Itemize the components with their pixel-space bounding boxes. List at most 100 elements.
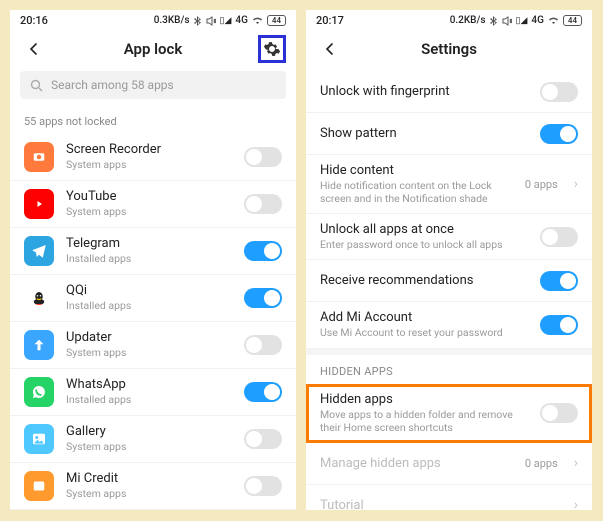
app-text: QQiInstalled apps — [66, 283, 232, 312]
setting-title: Show pattern — [320, 126, 528, 141]
status-bar: 20:16 0.3KB/s ▯◢ 4G 44 — [10, 10, 296, 29]
app-icon — [24, 236, 54, 266]
settings-row[interactable]: Manage hidden apps0 apps› — [306, 443, 592, 485]
app-row[interactable]: WhatsAppInstalled apps — [10, 369, 296, 416]
setting-toggle[interactable] — [540, 82, 578, 102]
app-icon — [24, 471, 54, 501]
page-title: Settings — [344, 40, 554, 58]
app-toggle[interactable] — [244, 241, 282, 261]
setting-title: Tutorial — [320, 498, 558, 510]
status-net: 0.3KB/s — [154, 15, 190, 26]
setting-count: 0 apps — [525, 457, 558, 470]
app-icon — [24, 142, 54, 172]
setting-title: Manage hidden apps — [320, 456, 513, 471]
app-toggle[interactable] — [244, 194, 282, 214]
setting-toggle[interactable] — [540, 124, 578, 144]
setting-toggle[interactable] — [540, 403, 578, 423]
app-icon — [24, 283, 54, 313]
app-icon — [24, 424, 54, 454]
back-button[interactable] — [316, 35, 344, 63]
app-toggle[interactable] — [244, 476, 282, 496]
status-signal: 4G — [235, 15, 248, 26]
app-sub: Installed apps — [66, 252, 232, 265]
signal-icon: ▯◢ — [516, 16, 528, 26]
app-text: TelegramInstalled apps — [66, 236, 232, 265]
setting-sub: Move apps to a hidden folder and remove … — [320, 408, 528, 434]
app-text: GallerySystem apps — [66, 424, 232, 453]
hidden-apps-row[interactable]: Hidden appsMove apps to a hidden folder … — [306, 384, 592, 443]
back-button[interactable] — [20, 35, 48, 63]
setting-text: Hide contentHide notification content on… — [320, 163, 513, 205]
app-name: Gallery — [66, 424, 232, 439]
app-toggle[interactable] — [244, 429, 282, 449]
header: Settings — [306, 29, 592, 71]
app-text: Screen RecorderSystem apps — [66, 142, 232, 171]
chevron-right-icon: › — [574, 176, 578, 192]
setting-sub: Hide notification content on the Lock sc… — [320, 179, 513, 205]
header: App lock — [10, 29, 296, 71]
app-row[interactable]: Mi CreditSystem apps — [10, 463, 296, 510]
settings-row[interactable]: Add Mi AccountUse Mi Account to reset yo… — [306, 302, 592, 348]
mute-icon — [206, 16, 216, 26]
app-name: Telegram — [66, 236, 232, 251]
app-row[interactable]: UpdaterSystem apps — [10, 322, 296, 369]
setting-title: Add Mi Account — [320, 310, 528, 325]
app-name: WhatsApp — [66, 377, 232, 392]
page-title: App lock — [48, 40, 258, 58]
app-row[interactable]: Screen RecorderSystem apps — [10, 134, 296, 181]
app-row[interactable]: YouTubeSystem apps — [10, 181, 296, 228]
app-toggle[interactable] — [244, 335, 282, 355]
search-icon — [30, 79, 43, 92]
app-text: WhatsAppInstalled apps — [66, 377, 232, 406]
settings-list: Unlock with fingerprint Show pattern Hide … — [306, 71, 592, 510]
app-name: Updater — [66, 330, 232, 345]
section-label: 55 apps not locked — [10, 105, 296, 134]
app-sub: System apps — [66, 346, 232, 359]
setting-text: Show pattern — [320, 126, 528, 141]
header-spacer — [554, 35, 582, 63]
app-row[interactable]: GallerySystem apps — [10, 416, 296, 463]
mute-icon — [502, 16, 512, 26]
battery-icon: 44 — [267, 15, 286, 26]
settings-row[interactable]: Unlock all apps at onceEnter password on… — [306, 214, 592, 260]
bluetooth-icon — [194, 16, 202, 26]
settings-row[interactable]: Receive recommendations — [306, 260, 592, 302]
app-toggle[interactable] — [244, 288, 282, 308]
settings-row[interactable]: Show pattern — [306, 113, 592, 155]
status-right: 0.3KB/s ▯◢ 4G 44 — [154, 15, 286, 26]
wifi-icon — [548, 17, 559, 25]
settings-row[interactable]: Unlock with fingerprint — [306, 71, 592, 113]
status-right: 0.2KB/s ▯◢ 4G 44 — [450, 15, 582, 26]
app-sub: System apps — [66, 440, 232, 453]
app-name: YouTube — [66, 189, 232, 204]
app-toggle[interactable] — [244, 382, 282, 402]
search-input[interactable]: Search among 58 apps — [20, 71, 286, 99]
setting-text: Unlock with fingerprint — [320, 84, 528, 99]
setting-count: 0 apps — [525, 178, 558, 191]
setting-title: Unlock all apps at once — [320, 222, 528, 237]
app-list: Screen RecorderSystem appsYouTubeSystem … — [10, 134, 296, 510]
app-row[interactable]: QQiInstalled apps — [10, 275, 296, 322]
app-sub: Installed apps — [66, 393, 232, 406]
settings-row[interactable]: Tutorial › — [306, 485, 592, 510]
settings-row[interactable]: Hide contentHide notification content on… — [306, 155, 592, 214]
app-sub: System apps — [66, 205, 232, 218]
app-text: UpdaterSystem apps — [66, 330, 232, 359]
bluetooth-icon — [490, 16, 498, 26]
setting-toggle[interactable] — [540, 315, 578, 335]
wifi-icon — [252, 17, 263, 25]
app-icon — [24, 377, 54, 407]
app-toggle[interactable] — [244, 147, 282, 167]
setting-text: Tutorial — [320, 498, 558, 510]
setting-title: Receive recommendations — [320, 273, 528, 288]
chevron-right-icon: › — [574, 497, 578, 510]
setting-toggle[interactable] — [540, 271, 578, 291]
setting-text: Hidden appsMove apps to a hidden folder … — [320, 392, 528, 434]
setting-text: Add Mi AccountUse Mi Account to reset yo… — [320, 310, 528, 339]
setting-toggle[interactable] — [540, 227, 578, 247]
status-time: 20:17 — [316, 14, 344, 27]
app-sub: Installed apps — [66, 299, 232, 312]
app-row[interactable]: TelegramInstalled apps — [10, 228, 296, 275]
settings-button[interactable] — [258, 35, 286, 63]
app-icon — [24, 189, 54, 219]
